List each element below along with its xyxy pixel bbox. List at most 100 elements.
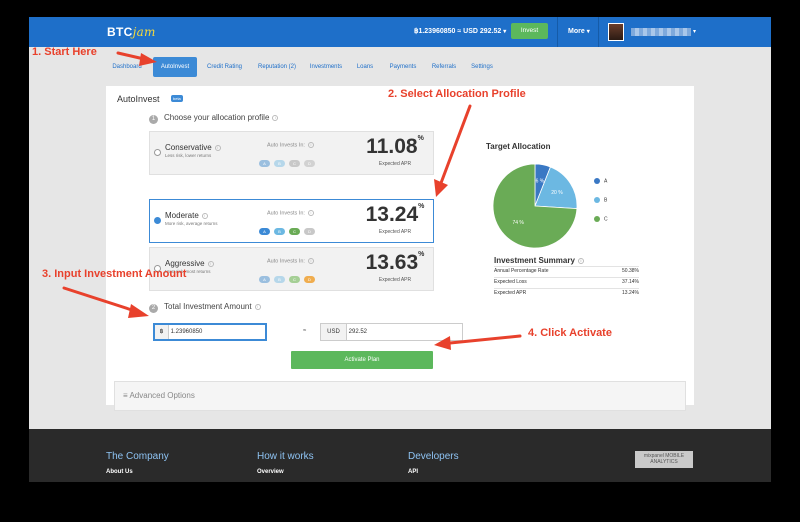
logo-accent: jam [132, 25, 156, 39]
expected-apr-label: Expected APR [378, 277, 412, 283]
profile-description: More risk, average returns [165, 221, 218, 226]
advanced-options-toggle[interactable]: ≡ Advanced Options [114, 381, 686, 411]
summary-label: Expected Loss [494, 279, 527, 285]
btc-amount-input[interactable]: ฿ 1.23960850 [153, 323, 267, 341]
expected-apr-value: 13.24% [360, 203, 430, 227]
usd-amount-input[interactable]: USD 292.52 [320, 323, 463, 341]
pie-slice-label: 74 % [512, 220, 524, 226]
btc-amount-value: 1.23960850 [170, 329, 203, 335]
tab-dashboard[interactable]: Dashboard [107, 57, 147, 77]
summary-row: Expected Loss 37.14% [494, 279, 639, 285]
summary-label: Annual Percentage Rate [494, 268, 549, 274]
summary-title-text: Investment Summary [494, 256, 575, 265]
auto-invests-text: Auto Invests In: [267, 142, 305, 149]
tab-reputation[interactable]: Reputation (2) [252, 57, 302, 77]
profile-name-text: Conservative [165, 143, 212, 152]
more-label: More [568, 28, 585, 35]
grade-badges: ABCD [259, 268, 319, 286]
footer: The Company About Us How it works Overvi… [29, 429, 771, 482]
btcjam-logo[interactable]: BTCjam [107, 25, 156, 39]
username-blurred[interactable] [631, 28, 691, 36]
balance-dropdown[interactable]: ฿1.23960850 ≈ USD 292.52 ▾ [414, 27, 506, 35]
expected-apr-label: Expected APR [378, 229, 412, 235]
tab-referrals[interactable]: Referrals [426, 57, 462, 77]
top-nav-bar: BTCjam ฿1.23960850 ≈ USD 292.52 ▾ Invest… [29, 17, 771, 47]
chevron-down-icon: ▾ [586, 29, 590, 35]
browser-window: BTCjam ฿1.23960850 ≈ USD 292.52 ▾ Invest… [29, 17, 771, 482]
profile-aggressive[interactable]: Aggressive i Most risk, most returns Auto… [149, 247, 434, 291]
profile-conservative[interactable]: Conservative i Less risk, lower returns A… [149, 131, 434, 175]
tab-autoinvest[interactable]: AutoInvest [153, 57, 197, 77]
autoinvest-panel: AutoInvest beta 1 Choose your allocation … [106, 86, 694, 411]
summary-value: 37.14% [622, 279, 639, 285]
expected-apr-value: 11.08% [360, 135, 430, 159]
chevron-down-icon: ▾ [503, 29, 507, 35]
divider [494, 288, 639, 289]
info-icon[interactable]: i [307, 142, 314, 148]
tab-loans[interactable]: Loans [349, 57, 381, 77]
radio-button-selected[interactable] [154, 217, 161, 224]
tab-payments[interactable]: Payments [383, 57, 423, 77]
divider [598, 17, 599, 47]
profile-moderate[interactable]: Moderate i More risk, average returns Aut… [149, 199, 434, 243]
grade-badge: C [289, 276, 300, 283]
percent-sign: % [418, 251, 425, 258]
pie-slice-label: 20 % [551, 190, 563, 196]
page-title: AutoInvest [117, 94, 160, 104]
expected-apr-value: 13.63% [360, 251, 430, 275]
step-label: Choose your allocation profile [164, 113, 270, 122]
footer-link-overview[interactable]: Overview [257, 469, 284, 475]
tab-investments[interactable]: Investments [306, 57, 346, 77]
info-icon[interactable]: i [207, 260, 214, 267]
summary-row: Annual Percentage Rate 50.38% [494, 268, 639, 274]
grade-badge: B [274, 276, 285, 283]
beta-badge: beta [171, 95, 183, 102]
percent-sign: % [418, 203, 425, 210]
step-label: Total Investment Amount [164, 302, 252, 311]
footer-heading-company: The Company [106, 451, 169, 462]
summary-label: Expected APR [494, 290, 527, 296]
avatar[interactable] [608, 23, 624, 41]
footer-heading-how-it-works: How it works [257, 451, 314, 462]
info-icon[interactable]: i [577, 257, 584, 264]
info-icon[interactable]: i [307, 258, 314, 264]
tab-credit-rating[interactable]: Credit Rating [202, 57, 247, 77]
chevron-down-icon[interactable]: ▾ [693, 28, 696, 35]
apr-number: 13.24 [365, 203, 419, 226]
grade-badge: D [304, 228, 315, 235]
profile-name: Conservative i [165, 143, 221, 152]
step-number: 1 [149, 115, 158, 124]
info-icon[interactable]: i [307, 210, 314, 216]
activate-plan-button[interactable]: Activate Plan [291, 351, 433, 369]
info-icon[interactable]: i [201, 212, 208, 219]
list-icon: ≡ [123, 391, 128, 400]
invest-button[interactable]: Invest [511, 23, 548, 39]
info-icon[interactable]: i [214, 144, 221, 151]
logo-text: BTC [107, 25, 133, 39]
grade-badge: C [289, 228, 300, 235]
tab-settings[interactable]: Settings [465, 57, 499, 77]
grade-badge: A [259, 228, 270, 235]
profile-name: Moderate i [165, 211, 208, 220]
legend-label: A [604, 178, 608, 185]
apr-number: 13.63 [365, 251, 419, 274]
usd-prefix: USD [321, 324, 347, 340]
summary-value: 13.24% [622, 290, 639, 296]
more-menu[interactable]: More ▾ [568, 28, 590, 35]
balance-text: ฿1.23960850 ≈ USD 292.52 [414, 28, 502, 35]
radio-button[interactable] [154, 149, 161, 156]
legend-item-c: C [594, 216, 608, 222]
grade-badge: C [289, 160, 300, 167]
allocation-pie-chart: 6 % 20 % 74 % [492, 163, 578, 249]
info-icon[interactable]: i [272, 114, 279, 121]
footer-link-api[interactable]: API [408, 469, 418, 475]
pie-slice-label: 6 % [536, 178, 545, 184]
divider [494, 277, 639, 278]
footer-link-about-us[interactable]: About Us [106, 469, 133, 475]
legend-label: B [604, 197, 608, 204]
mixpanel-badge[interactable]: mixpanel MOBILE ANALYTICS [635, 451, 693, 468]
auto-invests-text: Auto Invests In: [267, 210, 305, 217]
grade-badge: D [304, 160, 315, 167]
auto-invests-label: Auto Invests In: i [267, 142, 314, 148]
info-icon[interactable]: i [254, 303, 261, 310]
